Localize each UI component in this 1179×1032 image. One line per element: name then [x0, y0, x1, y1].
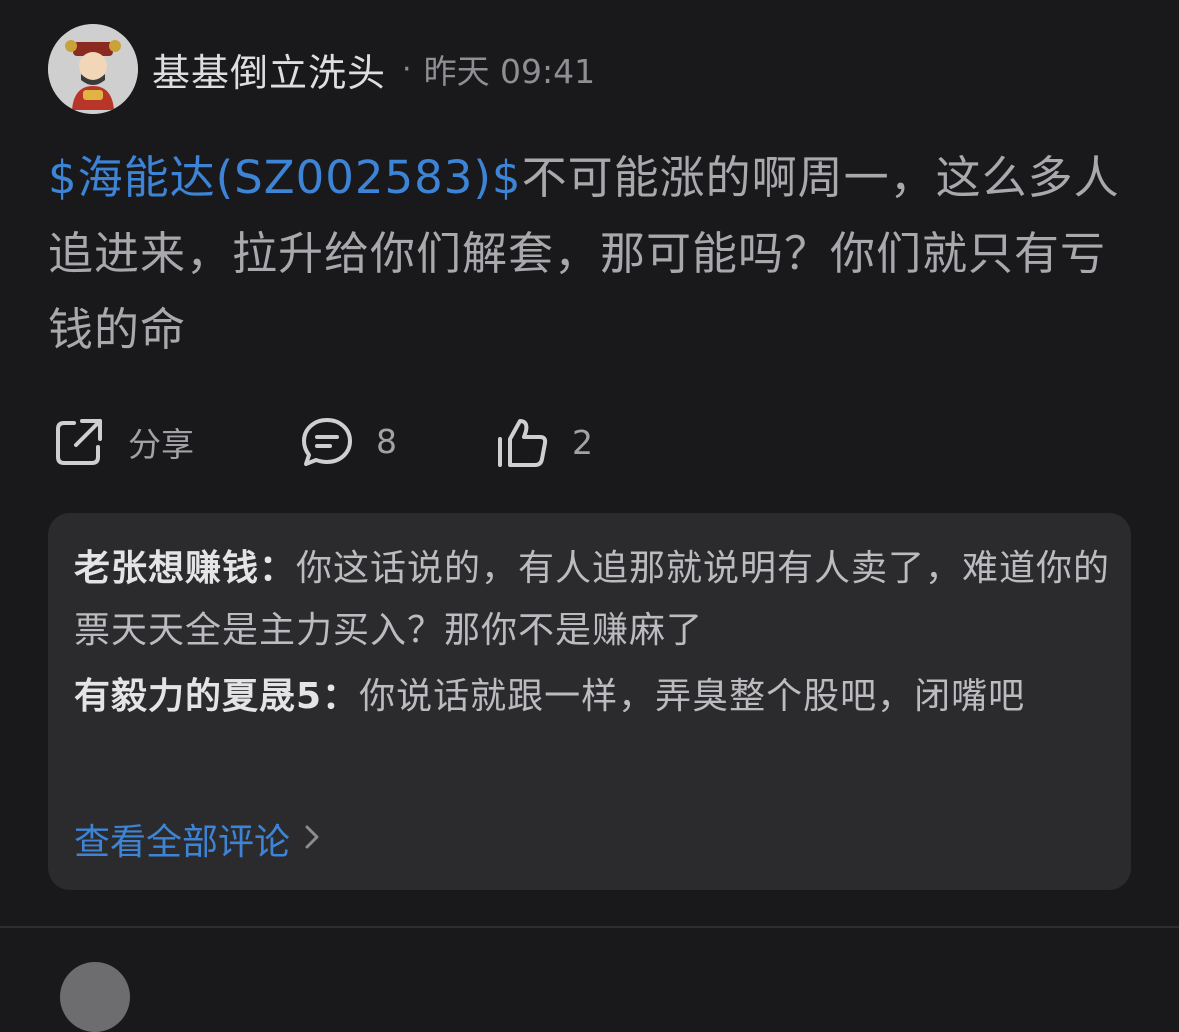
post-content: $海能达(SZ002583)$不可能涨的啊周一，这么多人追进来，拉升给你们解套，… [48, 140, 1128, 368]
action-bar: 分享 8 2 [52, 410, 593, 474]
thumbs-up-icon [496, 415, 550, 469]
chevron-right-icon [304, 819, 320, 860]
next-post-avatar[interactable] [60, 962, 130, 1032]
comment-list: 老张想赚钱：你这话说的，有人追那就说明有人卖了，难道你的票天天全是主力买入？那你… [74, 538, 1114, 728]
view-all-comments-link[interactable]: 查看全部评论 [74, 811, 320, 867]
view-all-label: 查看全部评论 [74, 822, 291, 863]
comment-text: 你说话就跟一样，弄臭整个股吧，闭嘴吧 [359, 676, 1026, 717]
like-count: 2 [572, 422, 593, 462]
comment-button[interactable]: 8 [300, 411, 496, 473]
comment-item[interactable]: 有毅力的夏晟5：你说话就跟一样，弄臭整个股吧，闭嘴吧 [74, 666, 1114, 728]
avatar[interactable] [48, 24, 138, 114]
commenter-name[interactable]: 老张想赚钱： [74, 548, 296, 589]
meta-separator: · [402, 51, 412, 87]
share-label: 分享 [128, 425, 194, 464]
comment-icon [300, 415, 354, 469]
share-icon [52, 415, 106, 469]
stock-link[interactable]: $海能达(SZ002583)$ [48, 151, 522, 204]
comments-preview: 老张想赚钱：你这话说的，有人追那就说明有人卖了，难道你的票天天全是主力买入？那你… [48, 513, 1131, 890]
post-divider [0, 926, 1179, 928]
author-name[interactable]: 基基倒立洗头 [152, 42, 386, 97]
post-card: 基基倒立洗头 · 昨天 09:41 $海能达(SZ002583)$不可能涨的啊周… [0, 0, 1179, 926]
like-button[interactable]: 2 [496, 415, 593, 469]
comment-count: 8 [376, 422, 398, 461]
commenter-name[interactable]: 有毅力的夏晟5： [74, 676, 359, 717]
post-header: 基基倒立洗头 · 昨天 09:41 [48, 24, 595, 114]
post-time: 昨天 09:41 [423, 52, 596, 91]
share-button[interactable]: 分享 [52, 415, 300, 469]
comment-item[interactable]: 老张想赚钱：你这话说的，有人追那就说明有人卖了，难道你的票天天全是主力买入？那你… [74, 538, 1114, 662]
